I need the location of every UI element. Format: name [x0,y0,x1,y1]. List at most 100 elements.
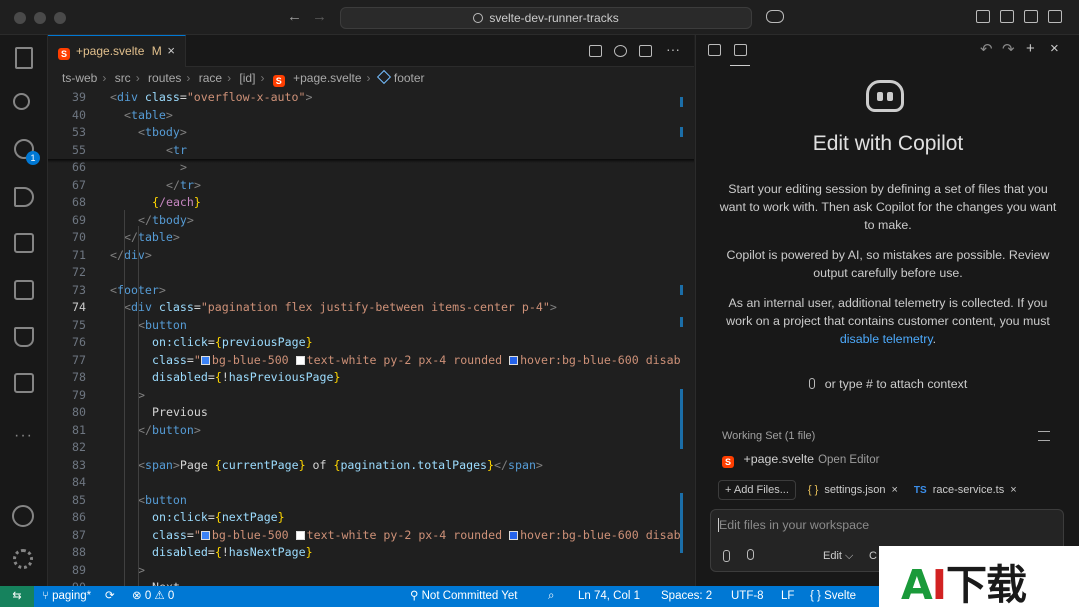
tab-close-icon[interactable]: × [167,36,175,66]
toggle-panel-icon[interactable] [1024,10,1038,23]
run-debug-icon[interactable] [14,187,34,207]
code-line[interactable]: 71 </div> [48,247,694,265]
model-picker[interactable]: C [869,550,877,562]
close-panel-icon[interactable]: × [1050,40,1059,57]
typescript-file-icon: TS [913,485,927,496]
remove-chip-icon[interactable]: × [891,484,897,496]
code-line[interactable]: 74 <div class="pagination flex justify-be… [48,299,694,317]
code-line[interactable]: 88 disabled={!hasNextPage} [48,544,694,562]
code-line[interactable]: 76 on:click={previousPage} [48,334,694,352]
code-line[interactable]: 82 [48,439,694,457]
breadcrumb-item[interactable]: +page.svelte [293,71,361,85]
branch-indicator[interactable]: ⑂ paging* [42,586,91,607]
toggle-secondary-sidebar-icon[interactable] [1048,10,1062,23]
zoom-icon[interactable]: ⌕ [548,586,554,607]
suggested-file-race-service[interactable]: TS race-service.ts × [910,481,1021,501]
toggle-sidebar-icon[interactable] [1000,10,1014,23]
gear-icon[interactable] [13,549,33,569]
collapse-list-icon[interactable] [1038,431,1050,441]
remove-chip-icon[interactable]: × [1010,484,1016,496]
code-line[interactable]: 83 <span>Page {currentPage} of {paginatio… [48,457,694,475]
breadcrumb-item[interactable]: [id] [239,71,255,85]
redo-icon[interactable]: ↷ [1002,40,1015,58]
problems-indicator[interactable]: ⊗ 0 ⚠ 0 [132,586,174,607]
testing-icon[interactable] [14,327,34,347]
more-actions-icon[interactable]: ··· [666,41,680,57]
explorer-icon[interactable] [15,47,33,69]
microphone-icon[interactable] [747,549,754,560]
close-window-button[interactable] [14,12,26,24]
account-icon[interactable] [12,505,34,527]
remote-explorer-icon[interactable] [14,280,34,300]
line-number: 88 [72,545,86,559]
code-line[interactable]: 80 Previous [48,404,694,422]
copilot-edits-icon[interactable] [734,44,747,56]
code-editor[interactable]: 39 <div class="overflow-x-auto"> 40 <table>… [48,89,694,586]
indentation[interactable]: Spaces: 2 [661,586,712,607]
more-views-icon[interactable]: ··· [14,427,33,445]
code-line[interactable]: 78 disabled={!hasPreviousPage} [48,369,694,387]
breadcrumb-item[interactable]: ts-web [62,71,97,85]
new-session-icon[interactable]: + [1026,40,1035,57]
customize-layout-icon[interactable] [976,10,990,23]
zoom-window-button[interactable] [54,12,66,24]
breadcrumb-item[interactable]: footer [394,71,425,85]
code-line[interactable]: 75 <button [48,317,694,335]
command-center-search[interactable]: svelte-dev-runner-tracks [340,7,752,29]
suggested-file-settings-json[interactable]: { } settings.json × [804,481,902,501]
encoding[interactable]: UTF-8 [731,586,764,607]
end-of-line[interactable]: LF [781,586,794,607]
title-bar: ← → svelte-dev-runner-tracks [0,0,1079,35]
split-editor-icon[interactable] [639,45,652,57]
undo-icon[interactable]: ↶ [980,40,993,58]
code-line[interactable]: 84 [48,474,694,492]
line-number: 78 [72,370,86,384]
code-line[interactable]: 68 {/each} [48,194,694,212]
cursor-position[interactable]: Ln 74, Col 1 [578,586,640,607]
code-line[interactable]: 39 <div class="overflow-x-auto"> [48,89,694,107]
minimize-window-button[interactable] [34,12,46,24]
disable-telemetry-link[interactable]: disable telemetry [840,332,933,346]
code-line[interactable]: 70 </table> [48,229,694,247]
containers-icon[interactable] [14,373,34,393]
code-line[interactable]: 89 > [48,562,694,580]
tab-page-svelte[interactable]: S +page.svelte M × [48,35,186,67]
chat-icon[interactable] [708,44,721,56]
extensions-icon[interactable] [14,233,34,253]
code-line[interactable]: 73<footer> [48,282,694,300]
code-line[interactable]: 69 </tbody> [48,212,694,230]
line-number: 67 [72,177,86,192]
open-changes-icon[interactable] [589,45,602,57]
code-line[interactable]: 87 class=" bg-blue-500 text-white py-2 px-… [48,527,694,545]
code-line[interactable]: 86 on:click={nextPage} [48,509,694,527]
breadcrumb-item[interactable]: race [199,71,222,85]
code-line[interactable]: 77 class=" bg-blue-500 text-white py-2 px-… [48,352,694,370]
add-files-button[interactable]: + Add Files... [718,480,796,500]
git-compare-icon[interactable] [614,45,627,57]
forward-arrow-icon[interactable]: → [312,8,327,25]
breadcrumb-item[interactable]: src [115,71,131,85]
code-line[interactable]: 67 </tr> [48,177,694,195]
code-line[interactable]: 66 > [48,159,694,177]
attach-icon[interactable] [723,550,730,562]
git-blame-indicator[interactable]: ⚲ Not Committed Yet [410,586,518,607]
code-line[interactable]: 40 <table> [48,107,694,125]
code-line[interactable]: 53 <tbody> [48,124,694,142]
language-mode[interactable]: { } Svelte [810,586,856,607]
code-line[interactable]: 90 Next [48,579,694,586]
code-line[interactable]: 72 [48,264,694,282]
code-line[interactable]: 81 </button> [48,422,694,440]
code-line[interactable]: 85 <button [48,492,694,510]
code-text: <button [138,492,187,507]
search-icon [473,13,484,23]
back-arrow-icon[interactable]: ← [287,8,302,25]
working-set-file[interactable]: S +page.svelte Open Editor [722,452,879,468]
code-line[interactable]: 55 <tr [48,142,694,160]
breadcrumb-item[interactable]: routes [148,71,181,85]
copilot-icon[interactable] [766,10,784,23]
sync-icon[interactable]: ⟳ [105,586,115,607]
code-line[interactable]: 79 > [48,387,694,405]
remote-indicator[interactable]: ⇆ [0,586,34,607]
search-view-icon[interactable] [13,93,30,110]
mode-picker[interactable]: Edit ⌵ [823,550,853,563]
